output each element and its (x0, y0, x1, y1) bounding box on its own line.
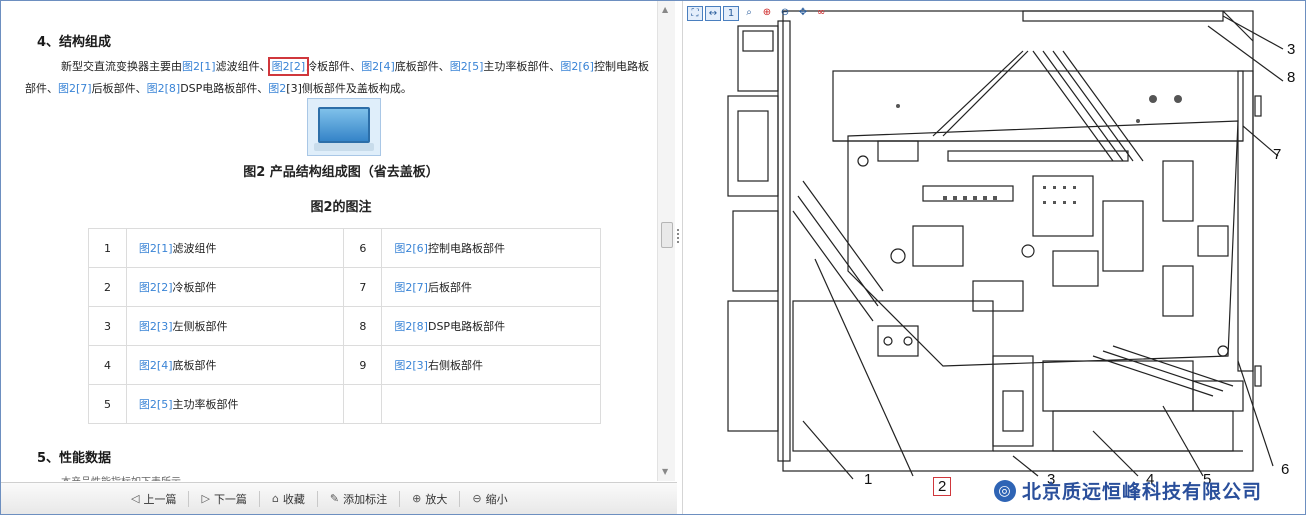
product-structure-drawing (727, 10, 1284, 480)
prev-article-button[interactable]: ◁ 上一篇 (119, 490, 190, 507)
legend-link[interactable]: 图2[2] (139, 281, 173, 294)
zoom-in-icon: ⊕ (412, 492, 422, 505)
section-4-title: 4、结构组成 (37, 35, 112, 50)
link-fig2-4[interactable]: 图2[4] (361, 60, 395, 73)
pencil-icon: ✎ (329, 492, 340, 505)
image-screen-shape (318, 107, 370, 143)
legend-text: 主功率板部件 (172, 398, 239, 411)
legend-link[interactable]: 图2[6] (394, 242, 428, 255)
legend-text: DSP电路板部件 (427, 320, 506, 333)
company-name: 北京质远恒峰科技有限公司 (1022, 481, 1263, 503)
legend-description: 图2[7]后板部件 (381, 267, 601, 307)
legend-description: 图2[8]DSP电路板部件 (381, 306, 601, 346)
link-fig2-1[interactable]: 图2[1] (182, 60, 216, 73)
add-annotation-button[interactable]: ✎ 添加标注 (318, 490, 401, 507)
pane-splitter-handle[interactable] (661, 222, 673, 248)
link-fig2-7[interactable]: 图2[7] (58, 82, 92, 95)
viewer-toolbar: ⛶ ↔ 1 ⌕ ⊕ ⊖ ✥ ∞ (687, 6, 829, 21)
fit-width-icon[interactable]: ↔ (705, 6, 721, 21)
intro-paragraph: 新型交直流变换器主要由图2[1]滤波组件、图2[2]冷板部件、图2[4]底板部件… (25, 57, 649, 95)
image-thumbnail-icon[interactable] (307, 98, 381, 156)
section-5-title: 5、性能数据 (37, 451, 112, 466)
table-row: 3 图2[3]左侧板部件 8 图2[8]DSP电路板部件 (88, 306, 601, 346)
legend-number: 3 (88, 306, 127, 346)
legend-link[interactable]: 图2[8] (394, 320, 428, 333)
legend-number: 1 (88, 228, 127, 268)
callout-8: 8 (1287, 69, 1296, 86)
legend-text: 右侧板部件 (427, 359, 483, 372)
legend-description: 图2[6]控制电路板部件 (381, 228, 601, 268)
link-fig2-6[interactable]: 图2[6] (560, 60, 594, 73)
actual-size-icon[interactable]: 1 (723, 6, 739, 21)
legend-description: 图2[5]主功率板部件 (125, 384, 345, 424)
figure-caption: 图2 产品结构组成图（省去盖板） (243, 165, 439, 180)
legend-link[interactable]: 图2[3] (394, 359, 428, 372)
company-watermark: ◎ 北京质远恒峰科技有限公司 (994, 477, 1262, 504)
legend-link[interactable]: 图2[1] (139, 242, 173, 255)
table-row: 4 图2[4]底板部件 9 图2[3]右侧板部件 (88, 345, 601, 385)
cut-off-text: 本产品性能指标如下表所示 (61, 473, 261, 481)
table-row: 2 图2[2]冷板部件 7 图2[7]后板部件 (88, 267, 601, 307)
legend-text: 控制电路板部件 (427, 242, 505, 255)
pan-move-icon[interactable]: ✥ (795, 6, 811, 21)
legend-description: 图2[3]左侧板部件 (125, 306, 345, 346)
zoom-in-button[interactable]: ⊕ 放大 (400, 490, 461, 507)
legend-number: 5 (88, 384, 127, 424)
drawing-viewer-pane: ⛶ ↔ 1 ⌕ ⊕ ⊖ ✥ ∞ 1 2 3 4 5 6 7 8 3 ◎ 北京质远… (682, 1, 1305, 514)
chevron-left-icon: ◁ (131, 492, 140, 505)
legend-number: 2 (88, 267, 127, 307)
link-fig2-8[interactable]: 图2[8] (147, 82, 181, 95)
legend-title: 图2的图注 (310, 200, 372, 215)
legend-number (343, 384, 383, 424)
legend-text: 冷板部件 (172, 281, 217, 294)
binoculars-icon[interactable]: ∞ (813, 6, 829, 21)
zoom-out-icon: ⊖ (472, 492, 482, 505)
zoom-out-button[interactable]: ⊖ 缩小 (460, 491, 519, 507)
link-fig2-2[interactable]: 图2[2] (267, 57, 310, 76)
legend-description: 图2[4]底板部件 (125, 345, 345, 385)
table-row: 1 图2[1]滤波组件 6 图2[6]控制电路板部件 (88, 228, 601, 268)
document-pane: 4、结构组成 新型交直流变换器主要由图2[1]滤波组件、图2[2]冷板部件、图2… (1, 1, 657, 481)
callout-7: 7 (1273, 146, 1282, 163)
legend-link[interactable]: 图2[5] (139, 398, 173, 411)
magnify-minus-icon[interactable]: ⊖ (777, 6, 793, 21)
legend-number: 6 (343, 228, 383, 268)
magnify-plus-icon[interactable]: ⊕ (759, 6, 775, 21)
callout-6: 6 (1281, 461, 1290, 478)
legend-table: 1 图2[1]滤波组件 6 图2[6]控制电路板部件 2 图2[2]冷板部件 7 图2[7]后… (88, 228, 601, 424)
legend-text: 后板部件 (427, 281, 472, 294)
link-fig2[interactable]: 图2 (268, 82, 286, 95)
legend-description (381, 384, 601, 424)
legend-link[interactable]: 图2[7] (394, 281, 428, 294)
callout-3-top: 3 (1287, 41, 1296, 58)
image-base-shape (314, 143, 374, 151)
scroll-up-arrow-icon[interactable]: ▲ (662, 5, 668, 14)
fit-page-icon[interactable]: ⛶ (687, 6, 703, 21)
legend-text: 底板部件 (172, 359, 217, 372)
company-logo-icon: ◎ (994, 479, 1016, 502)
callout-2: 2 (933, 477, 952, 496)
scroll-down-arrow-icon[interactable]: ▼ (662, 467, 668, 476)
legend-description: 图2[3]右侧板部件 (381, 345, 601, 385)
legend-number: 4 (88, 345, 127, 385)
bottom-toolbar: ◁ 上一篇 ▷ 下一篇 ⌂ 收藏 ✎ 添加标注 ⊕ 放大 ⊖ 缩小 (1, 482, 677, 514)
legend-text: 滤波组件 (172, 242, 217, 255)
chevron-right-icon: ▷ (201, 492, 210, 505)
legend-link[interactable]: 图2[3] (139, 320, 173, 333)
legend-link[interactable]: 图2[4] (139, 359, 173, 372)
favorite-button[interactable]: ⌂ 收藏 (260, 490, 318, 507)
legend-text: 左侧板部件 (172, 320, 228, 333)
link-fig2-5[interactable]: 图2[5] (450, 60, 484, 73)
legend-number: 9 (343, 345, 383, 385)
legend-number: 8 (343, 306, 383, 346)
legend-description: 图2[2]冷板部件 (125, 267, 345, 307)
legend-description: 图2[1]滤波组件 (125, 228, 345, 268)
splitter-grip-icon (677, 229, 681, 243)
legend-number: 7 (343, 267, 383, 307)
home-icon: ⌂ (271, 492, 279, 505)
callout-1: 1 (864, 471, 873, 488)
table-row: 5 图2[5]主功率板部件 (88, 384, 601, 424)
zoom-select-icon[interactable]: ⌕ (741, 6, 757, 21)
next-article-button[interactable]: ▷ 下一篇 (189, 490, 260, 507)
